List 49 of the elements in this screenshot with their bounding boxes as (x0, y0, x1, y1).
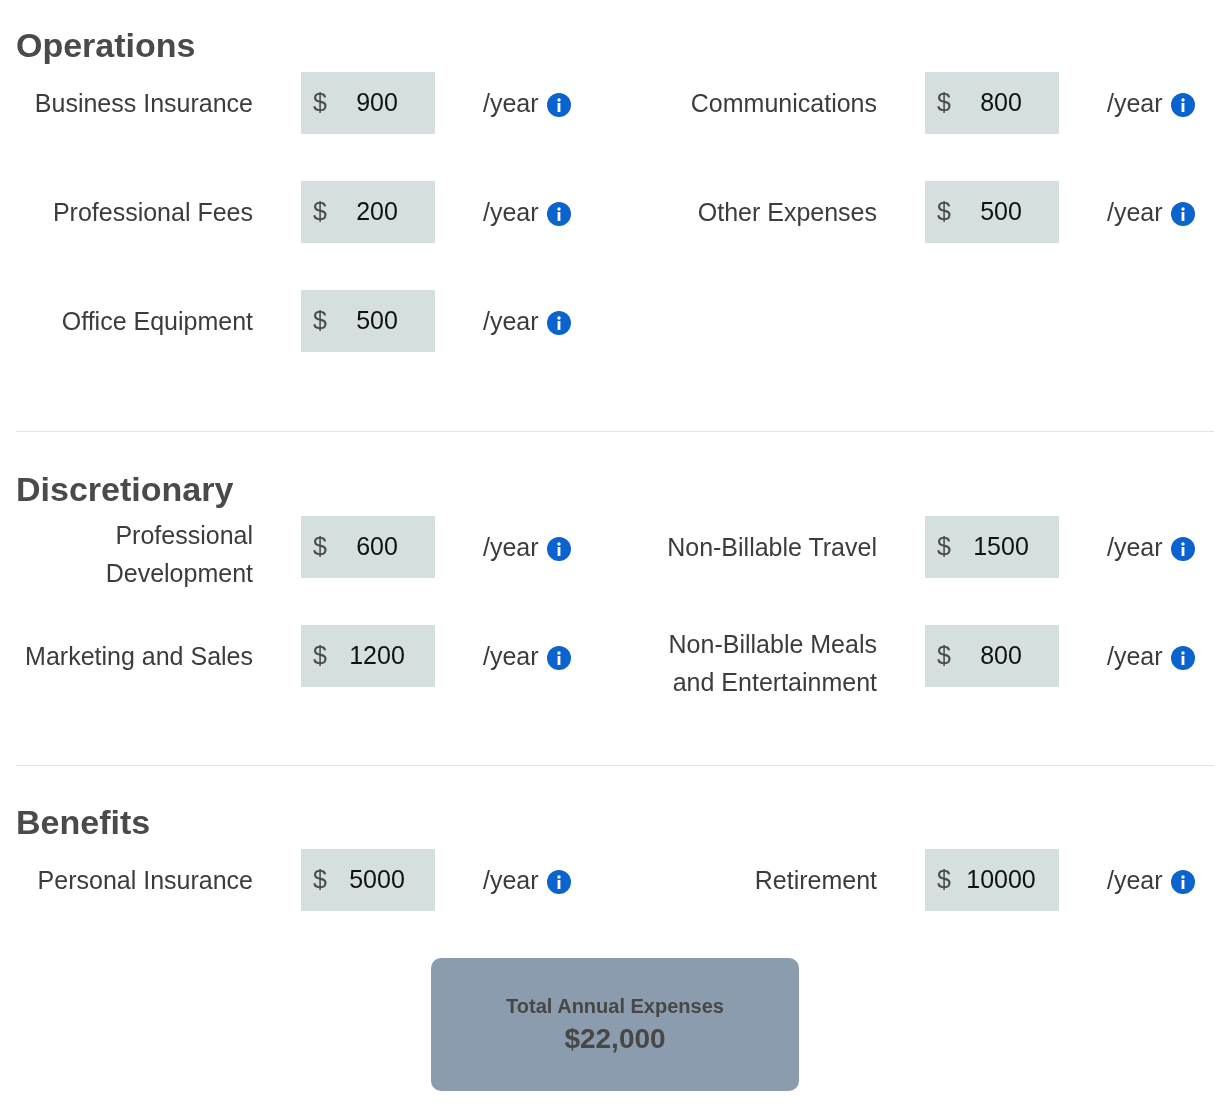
info-icon[interactable] (1170, 536, 1195, 561)
unit-label: /year (1107, 197, 1163, 228)
section-heading: Discretionary (16, 469, 234, 510)
total-label: Total Annual Expenses (506, 993, 724, 1019)
info-icon[interactable] (546, 201, 571, 226)
info-icon[interactable] (546, 645, 571, 670)
amount-field[interactable]: $ 1500 (925, 516, 1059, 578)
amount-field[interactable]: $ 800 (925, 625, 1059, 687)
unit-label: /year (483, 197, 539, 228)
amount-field[interactable]: $ 200 (301, 181, 435, 243)
info-icon[interactable] (1170, 645, 1195, 670)
field-label: Non-Billable Travel (667, 532, 877, 563)
unit-label: /year (483, 88, 539, 119)
field-label: Retirement (754, 865, 877, 896)
field-label: Communications (690, 88, 877, 119)
unit-label: /year (1107, 641, 1163, 672)
amount-field[interactable]: $ 600 (301, 516, 435, 578)
unit-label: /year (483, 306, 539, 337)
info-icon[interactable] (1170, 869, 1195, 894)
field-label: Office Equipment (61, 306, 253, 337)
amount-field[interactable]: $ 500 (925, 181, 1059, 243)
field-label: Professional Development (104, 520, 253, 589)
amount-field[interactable]: $ 1200 (301, 625, 435, 687)
info-icon[interactable] (546, 536, 571, 561)
field-label: Personal Insurance (37, 865, 253, 896)
unit-label: /year (483, 532, 539, 563)
unit-label: /year (1107, 532, 1163, 563)
field-label: Non-Billable Meals and Entertainment (667, 629, 877, 698)
info-icon[interactable] (1170, 92, 1195, 117)
info-icon[interactable] (546, 310, 571, 335)
amount-field[interactable]: $ 10000 (925, 849, 1059, 911)
amount-field[interactable]: $ 5000 (301, 849, 435, 911)
field-label: Professional Fees (52, 197, 253, 228)
section-heading: Operations (16, 25, 196, 66)
field-label: Business Insurance (34, 88, 253, 119)
amount-field[interactable]: $ 900 (301, 72, 435, 134)
unit-label: /year (1107, 865, 1163, 896)
total-value: $22,000 (564, 1021, 666, 1056)
amount-field[interactable]: $ 500 (301, 290, 435, 352)
unit-label: /year (1107, 88, 1163, 119)
unit-label: /year (483, 641, 539, 672)
amount-field[interactable]: $ 800 (925, 72, 1059, 134)
info-icon[interactable] (1170, 201, 1195, 226)
info-icon[interactable] (546, 92, 571, 117)
section-heading: Benefits (16, 802, 151, 843)
unit-label: /year (483, 865, 539, 896)
field-label: Marketing and Sales (25, 641, 253, 672)
info-icon[interactable] (546, 869, 571, 894)
field-label: Other Expenses (697, 197, 877, 228)
